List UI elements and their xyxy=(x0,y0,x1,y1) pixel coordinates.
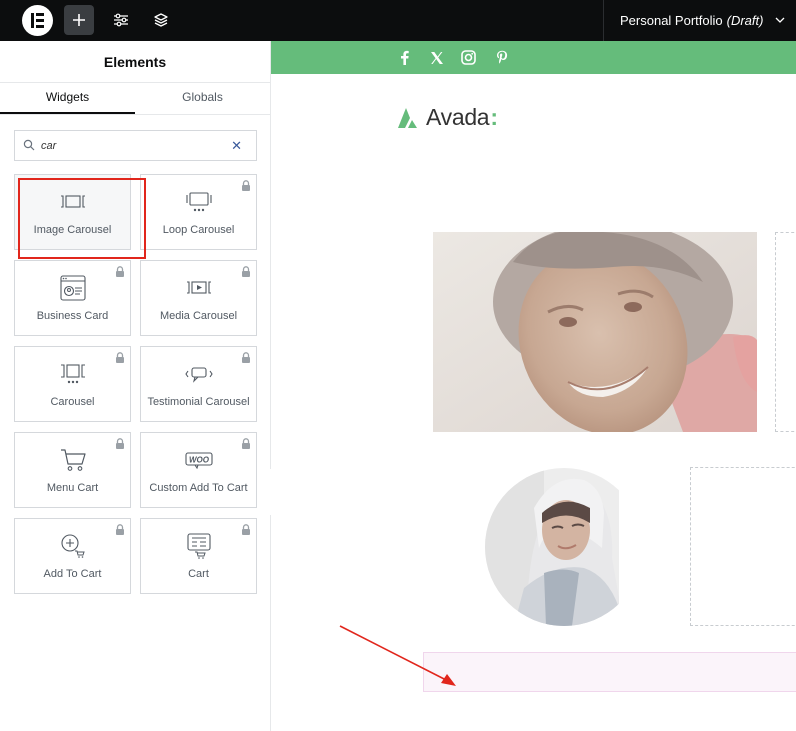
search-input[interactable] xyxy=(41,139,231,153)
widget-label: Testimonial Carousel xyxy=(147,396,250,408)
structure-button[interactable] xyxy=(146,5,176,35)
panel-tabs: Widgets Globals xyxy=(0,83,270,115)
document-status: (Draft) xyxy=(726,13,764,28)
instagram-link[interactable] xyxy=(460,49,477,66)
avada-logo-icon xyxy=(398,107,417,128)
widget-custom-add-to-cart[interactable]: WOO Custom Add To Cart xyxy=(140,432,257,508)
top-bar: Personal Portfolio (Draft) xyxy=(0,0,796,41)
lock-icon xyxy=(242,266,250,277)
plus-icon xyxy=(73,14,85,26)
widget-label: Business Card xyxy=(36,310,109,322)
search-box: ✕ xyxy=(14,130,257,161)
widget-label: Loop Carousel xyxy=(162,224,235,236)
site-logo[interactable]: Avada : xyxy=(397,104,498,131)
widget-media-carousel[interactable]: Media Carousel xyxy=(140,260,257,336)
search-icon xyxy=(23,139,35,151)
layers-icon xyxy=(154,13,168,27)
cart-icon xyxy=(60,449,86,471)
facebook-icon xyxy=(401,50,409,65)
portrait-photo-smiling-woman xyxy=(433,232,757,432)
drop-zone[interactable] xyxy=(423,652,796,692)
instagram-icon xyxy=(461,50,476,65)
widget-label: Cart xyxy=(188,568,209,580)
media-carousel-icon xyxy=(186,281,211,294)
tab-widgets[interactable]: Widgets xyxy=(0,83,135,114)
x-icon xyxy=(430,51,443,64)
elementor-logo-icon xyxy=(31,13,44,28)
lock-icon xyxy=(116,266,124,277)
x-link[interactable] xyxy=(428,49,445,66)
social-bar xyxy=(271,41,796,74)
widget-label: Custom Add To Cart xyxy=(149,482,248,494)
lock-icon xyxy=(242,352,250,363)
elements-panel: Elements Widgets Globals ✕ Image Carouse… xyxy=(0,41,271,731)
page-canvas: Avada : xyxy=(271,41,796,731)
document-title-menu[interactable]: Personal Portfolio (Draft) xyxy=(603,0,796,41)
widget-label: Media Carousel xyxy=(159,310,238,322)
highlight-annotation-box xyxy=(18,178,146,259)
lock-icon xyxy=(116,438,124,449)
brand-suffix: : xyxy=(490,104,498,130)
lock-icon xyxy=(242,180,250,191)
tab-globals[interactable]: Globals xyxy=(135,83,270,114)
hero-image[interactable] xyxy=(433,232,757,432)
lock-icon xyxy=(242,438,250,449)
woo-icon: WOO xyxy=(184,452,213,469)
widget-cart[interactable]: Cart xyxy=(140,518,257,594)
brand-name: Avada xyxy=(426,104,490,130)
lock-icon xyxy=(242,524,250,535)
lock-icon xyxy=(116,352,124,363)
clear-search-icon[interactable]: ✕ xyxy=(231,138,242,154)
add-element-button[interactable] xyxy=(64,5,94,35)
widget-label: Carousel xyxy=(50,396,95,408)
carousel-icon xyxy=(60,364,85,384)
widget-testimonial-carousel[interactable]: Testimonial Carousel xyxy=(140,346,257,422)
loop-carousel-icon xyxy=(185,192,212,212)
add-to-cart-icon xyxy=(60,534,85,558)
panel-title: Elements xyxy=(0,41,270,83)
testimonial-carousel-icon xyxy=(184,367,213,383)
portrait-photo-woman-headscarf xyxy=(485,468,619,626)
site-settings-button[interactable] xyxy=(106,5,136,35)
widget-label: Add To Cart xyxy=(43,568,102,580)
widget-menu-cart[interactable]: Menu Cart xyxy=(14,432,131,508)
sliders-icon xyxy=(114,13,128,27)
facebook-link[interactable] xyxy=(396,49,413,66)
empty-column-placeholder[interactable] xyxy=(690,467,796,626)
pinterest-icon xyxy=(496,50,507,64)
document-name: Personal Portfolio xyxy=(620,13,723,28)
profile-image[interactable] xyxy=(484,468,619,626)
chevron-down-icon xyxy=(775,17,785,23)
widget-label: Menu Cart xyxy=(46,482,99,494)
elementor-logo[interactable] xyxy=(22,5,53,36)
business-card-icon xyxy=(59,275,86,301)
widget-business-card[interactable]: Business Card xyxy=(14,260,131,336)
widget-loop-carousel[interactable]: Loop Carousel xyxy=(140,174,257,250)
cart-register-icon xyxy=(186,533,211,559)
empty-column-placeholder[interactable] xyxy=(775,232,796,432)
widget-carousel[interactable]: Carousel xyxy=(14,346,131,422)
widget-add-to-cart[interactable]: Add To Cart xyxy=(14,518,131,594)
lock-icon xyxy=(116,524,124,535)
svg-text:WOO: WOO xyxy=(189,456,210,465)
pinterest-link[interactable] xyxy=(493,49,510,66)
